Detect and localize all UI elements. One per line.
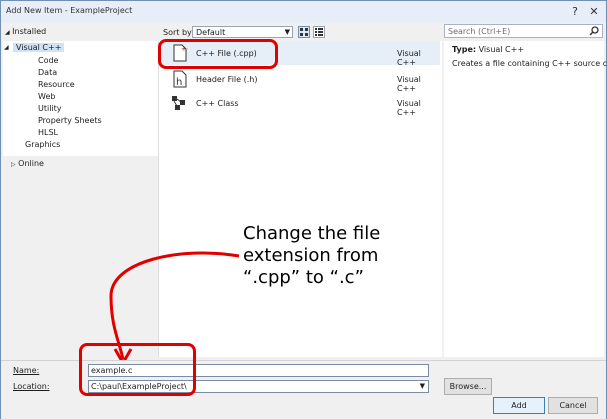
chevron-down-icon: ▼ <box>419 382 425 390</box>
template-item-header-file[interactable]: h Header File (.h) Visual C++ <box>160 67 440 93</box>
template-language: Visual C++ <box>397 49 421 67</box>
search-placeholder: Search (Ctrl+E) <box>448 27 511 36</box>
tree-item-resource[interactable]: Resource <box>38 80 75 89</box>
cpp-class-icon <box>172 96 185 110</box>
expand-arrow-icon: ▷ <box>11 161 16 168</box>
window-title: Add New Item - ExampleProject <box>6 6 133 15</box>
template-name: C++ Class <box>196 99 239 108</box>
sort-by-label: Sort by: <box>163 28 194 37</box>
annotation-line-1: Change the file <box>243 223 381 244</box>
list-view-icon <box>315 28 323 36</box>
expand-arrow-icon[interactable]: ◢ <box>5 29 10 36</box>
highlight-box-name-field <box>79 343 196 396</box>
annotation-line-3: “.cpp” to “.c” <box>243 267 364 288</box>
tree-item-graphics[interactable]: Graphics <box>25 140 60 149</box>
annotation-text: Change the file extension from “.cpp” to… <box>243 223 443 289</box>
tree-item-property-sheets[interactable]: Property Sheets <box>38 116 102 125</box>
location-label: Location: <box>13 382 50 391</box>
type-label: Type: <box>452 45 477 54</box>
tree-item-online[interactable]: ▷ Online <box>11 159 44 168</box>
details-panel: Type: Visual C++ Creates a file containi… <box>444 41 607 357</box>
tree-item-visual-cpp[interactable]: ◢ Visual C++ <box>4 43 65 52</box>
tree-item-data[interactable]: Data <box>38 68 57 77</box>
annotation-line-2: extension from <box>243 245 379 266</box>
details-type: Type: Visual C++ <box>452 45 524 54</box>
tree-item-utility[interactable]: Utility <box>38 104 62 113</box>
details-description: Creates a file containing C++ source cod… <box>452 59 607 68</box>
highlight-box-cpp-file <box>158 39 278 69</box>
help-button[interactable]: ? <box>567 5 583 18</box>
grid-view-icon <box>300 28 308 36</box>
search-input[interactable]: Search (Ctrl+E) <box>444 24 603 38</box>
collapse-arrow-icon: ◢ <box>4 44 9 51</box>
chevron-down-icon: ▼ <box>284 28 290 36</box>
template-item-cpp-class[interactable]: C++ Class Visual C++ <box>160 91 440 117</box>
tree-item-hlsl[interactable]: HLSL <box>38 128 58 137</box>
add-button[interactable]: Add <box>493 397 545 414</box>
add-new-item-dialog: Add New Item - ExampleProject ? ✕ ◢ Inst… <box>0 0 607 419</box>
type-value: Visual C++ <box>478 45 525 54</box>
search-icon <box>589 26 599 36</box>
header-file-icon: h <box>173 70 187 88</box>
sort-by-dropdown[interactable]: Default ▼ <box>192 26 293 38</box>
tree-item-code[interactable]: Code <box>38 56 58 65</box>
template-name: Header File (.h) <box>196 75 258 84</box>
grid-view-button[interactable] <box>298 26 310 38</box>
title-bar: Add New Item - ExampleProject ? ✕ <box>1 1 606 23</box>
installed-header: ◢ Installed <box>5 27 47 36</box>
sort-by-value: Default <box>196 28 226 37</box>
name-label: Name: <box>13 366 40 375</box>
template-language: Visual C++ <box>397 99 421 117</box>
cancel-button[interactable]: Cancel <box>548 397 598 414</box>
browse-button[interactable]: Browse... <box>444 378 492 395</box>
tree-item-web[interactable]: Web <box>38 92 55 101</box>
svg-text:h: h <box>176 77 182 88</box>
close-button[interactable]: ✕ <box>586 5 602 18</box>
list-view-button[interactable] <box>313 26 325 38</box>
